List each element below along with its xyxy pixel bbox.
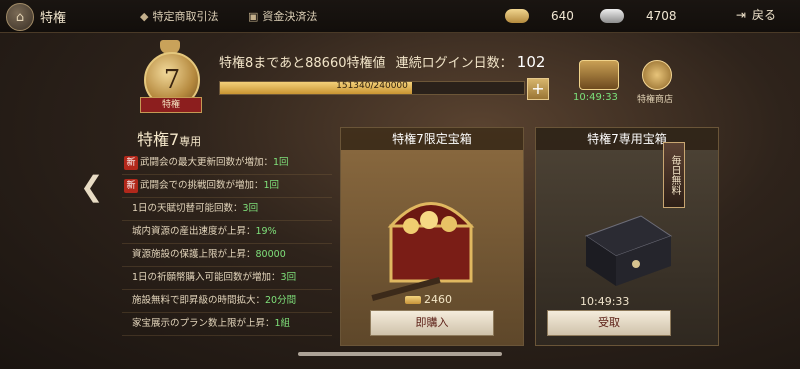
benefit-value: 1組 xyxy=(274,318,291,329)
benefit-item: 新武闘会の最大更新回数が増加：1回 xyxy=(122,152,332,175)
gold-bar-icon xyxy=(405,295,421,304)
silver-coin-icon xyxy=(600,9,624,23)
shop-label: 特権商店 xyxy=(637,95,674,105)
progress-text: 151340/240000 xyxy=(336,81,408,91)
price-tag: 2460 xyxy=(405,293,452,306)
panel-title-main: 特権7 xyxy=(137,130,180,149)
card-title: 特権7専用宝箱 xyxy=(536,128,718,150)
card-title: 特権7限定宝箱 xyxy=(341,128,523,150)
tab-label: 資金決済法 xyxy=(262,10,318,23)
vip-rank-badge: 7 特権 xyxy=(138,40,206,113)
claim-button[interactable]: 受取 xyxy=(547,310,671,336)
page-title: 特権 xyxy=(40,11,67,26)
benefit-value: 1回 xyxy=(273,157,289,168)
benefit-text: 資源施設の保護上限が上昇： xyxy=(132,249,256,260)
tab-label: 特定商取引法 xyxy=(152,10,219,23)
new-badge: 新 xyxy=(124,156,138,170)
benefit-item: 新武闘会での挑戦回数が増加：1回 xyxy=(122,175,332,198)
benefit-item: 1日の祈願幣購入可能回数が増加：3回 xyxy=(122,267,332,290)
gold-value: 640 xyxy=(551,9,574,23)
back-label: 戻る xyxy=(751,8,776,22)
vip-progress-bar: 151340/240000 xyxy=(219,81,525,95)
treasure-chest-image xyxy=(371,202,475,301)
home-icon[interactable]: ⌂ xyxy=(6,3,34,31)
prev-arrow-icon[interactable]: ❮ xyxy=(80,170,103,203)
benefit-text: 武闘会での挑戦回数が増加： xyxy=(140,180,264,191)
privilege-shop-icon[interactable] xyxy=(642,60,672,90)
gold-resource: 640 xyxy=(505,5,574,27)
back-button[interactable]: ⇥ 戻る xyxy=(736,6,776,23)
benefit-text: 城内資源の産出速度が上昇： xyxy=(132,226,256,237)
silver-value: 4708 xyxy=(646,9,677,23)
silver-resource: 4708 xyxy=(600,5,677,27)
benefit-value: 3回 xyxy=(242,203,259,214)
panel-title: 特権7専用 xyxy=(137,126,201,150)
rank-label: 特権 xyxy=(140,97,202,113)
new-badge: 新 xyxy=(124,179,138,193)
benefit-value: 80000 xyxy=(255,249,286,260)
chest-timer: 10:49:33 xyxy=(573,92,618,103)
panel-title-sub: 専用 xyxy=(179,135,202,148)
benefit-text: 家宝展示のプラン数上限が上昇： xyxy=(132,318,275,329)
price-value: 2460 xyxy=(424,293,452,306)
buy-now-button[interactable]: 即購入 xyxy=(370,310,494,336)
vip-status: 特権8まであと88660特権値 連続ログイン日数： 102 xyxy=(219,52,545,71)
gold-coin-icon xyxy=(505,9,529,23)
benefit-item: 家宝展示のプラン数上限が上昇：1組 xyxy=(122,313,332,336)
benefit-value: 20分間 xyxy=(265,295,297,306)
tab-commercial-law[interactable]: ◆ 特定商取引法 xyxy=(140,8,218,24)
book-icon: ▣ xyxy=(248,9,259,23)
benefit-text: 施設無料で即昇級の時間拡大： xyxy=(132,295,266,306)
benefit-value: 1回 xyxy=(263,180,280,191)
benefit-value: 3回 xyxy=(280,272,297,283)
benefit-item: 1日の天賦切替可能回数：3回 xyxy=(122,198,332,221)
benefit-text: 1日の天賦切替可能回数： xyxy=(132,203,243,214)
home-indicator xyxy=(298,352,502,356)
add-points-button[interactable]: + xyxy=(527,78,549,100)
card-timer: 10:49:33 xyxy=(580,295,630,308)
vip-status-text: 特権8まであと88660特権値 xyxy=(219,56,386,71)
login-label: 連続ログイン日数： xyxy=(395,56,513,71)
benefit-list: 新武闘会の最大更新回数が増加：1回 新武闘会での挑戦回数が増加：1回 1日の天賦… xyxy=(122,152,332,336)
tab-payment-law[interactable]: ▣ 資金決済法 xyxy=(248,8,317,24)
shield-icon: ◆ xyxy=(140,9,149,23)
benefit-item: 資源施設の保護上限が上昇：80000 xyxy=(122,244,332,267)
daily-free-tag: 毎日無料 xyxy=(663,142,685,208)
benefit-text: 武闘会の最大更新回数が増加： xyxy=(140,157,274,168)
benefit-item: 城内資源の産出速度が上昇：19% xyxy=(122,221,332,244)
exit-icon: ⇥ xyxy=(735,7,746,22)
treasure-chest-icon[interactable] xyxy=(579,60,619,90)
benefit-value: 19% xyxy=(255,226,277,237)
login-days: 102 xyxy=(516,53,546,71)
benefit-item: 施設無料で即昇級の時間拡大：20分間 xyxy=(122,290,332,313)
benefit-text: 1日の祈願幣購入可能回数が増加： xyxy=(132,272,281,283)
top-bar: ⌂ 特権 ◆ 特定商取引法 ▣ 資金決済法 640 4708 ⇥ 戻る xyxy=(0,0,800,33)
